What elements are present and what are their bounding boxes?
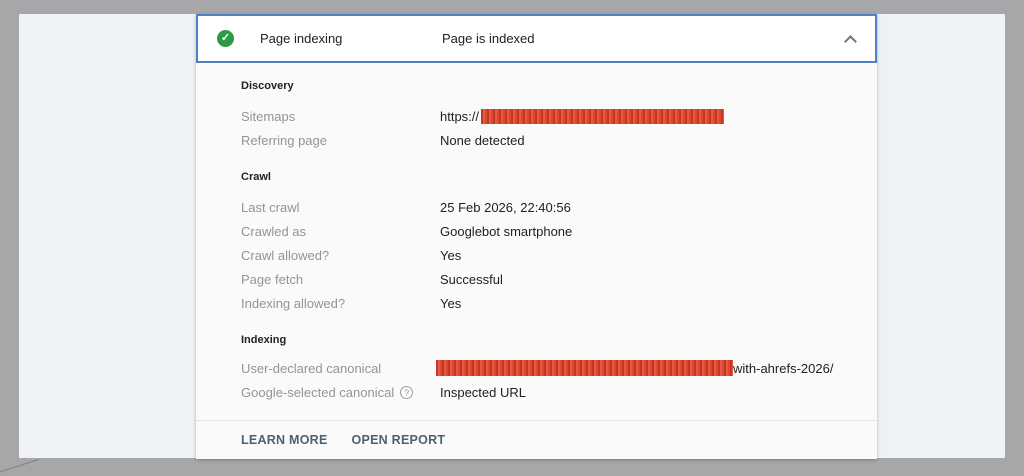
row-value: Googlebot smartphone: [440, 223, 573, 239]
detail-row-referring-page: Referring page None detected: [241, 128, 853, 152]
row-label: Last crawl: [241, 199, 300, 215]
detail-row-last-crawl: Last crawl 25 Feb 2026, 22:40:56: [241, 195, 853, 219]
detail-row-indexing-allowed: Indexing allowed? Yes: [241, 291, 853, 315]
sitemap-url-prefix: https://: [440, 108, 480, 124]
row-value: Yes: [440, 295, 462, 311]
redaction-bar: [436, 360, 733, 376]
row-value: None detected: [440, 132, 525, 148]
row-label: Referring page: [241, 132, 327, 148]
section-heading-crawl: Crawl: [241, 171, 271, 183]
row-value: with-ahrefs-2026/: [436, 360, 834, 376]
open-report-button[interactable]: OPEN REPORT: [340, 425, 458, 455]
url-inspection-card: ✓ Page indexing Page is indexed Discover…: [196, 14, 877, 459]
detail-row-crawled-as: Crawled as Googlebot smartphone: [241, 219, 853, 243]
row-label-text: Google-selected canonical: [241, 384, 395, 400]
page-title: Page indexing: [260, 31, 343, 46]
detail-row-user-declared-canonical: User-declared canonical with-ahrefs-2026…: [241, 356, 853, 380]
check-circle-icon: ✓: [217, 30, 234, 47]
canonical-url-suffix: with-ahrefs-2026/: [733, 360, 834, 376]
background-artifact-line: [0, 458, 40, 475]
row-label: Sitemaps: [241, 108, 296, 124]
row-value: https://: [440, 108, 725, 124]
chevron-up-icon[interactable]: [844, 34, 857, 48]
detail-row-sitemaps: Sitemaps https://: [241, 104, 853, 128]
page-indexing-header[interactable]: ✓ Page indexing Page is indexed: [196, 14, 877, 63]
row-label: User-declared canonical: [241, 360, 382, 376]
detail-row-page-fetch: Page fetch Successful: [241, 267, 853, 291]
row-label: Indexing allowed?: [241, 295, 346, 311]
detail-row-crawl-allowed: Crawl allowed? Yes: [241, 243, 853, 267]
learn-more-button[interactable]: LEARN MORE: [229, 425, 340, 455]
section-heading-discovery: Discovery: [241, 80, 294, 92]
row-label: Crawl allowed?: [241, 247, 330, 263]
status-text: Page is indexed: [442, 31, 535, 46]
section-heading-indexing: Indexing: [241, 334, 287, 346]
page-indexing-details: Discovery Sitemaps https:// Referring pa…: [196, 63, 877, 420]
row-label: Page fetch: [241, 271, 304, 287]
row-label: Crawled as: [241, 223, 307, 239]
detail-row-google-selected-canonical: Google-selected canonical ? Inspected UR…: [241, 380, 853, 404]
row-value: Yes: [440, 247, 462, 263]
redaction-bar: [481, 108, 725, 124]
row-label: Google-selected canonical ?: [241, 385, 440, 400]
card-footer: LEARN MORE OPEN REPORT: [196, 420, 877, 459]
row-value: Successful: [440, 271, 503, 287]
help-icon[interactable]: ?: [400, 385, 414, 399]
row-value: 25 Feb 2026, 22:40:56: [440, 199, 571, 215]
row-value: Inspected URL: [440, 384, 526, 400]
